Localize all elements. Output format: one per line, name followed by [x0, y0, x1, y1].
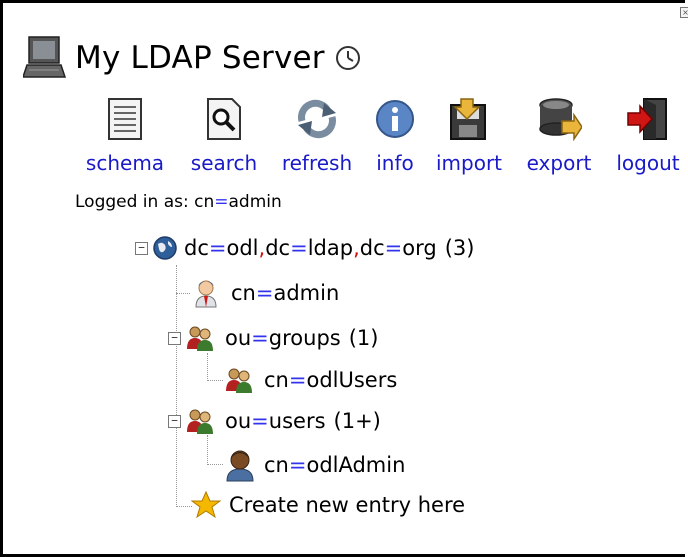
tree-line: [207, 353, 208, 381]
refresh-button[interactable]: refresh: [277, 95, 357, 175]
tree-line: [207, 435, 208, 465]
dn-attr: dc: [265, 236, 291, 260]
tree-node-groups[interactable]: − ou = groups (1): [168, 323, 378, 353]
logged-in-user: admin: [228, 192, 282, 212]
root-dn-part: dc=org: [359, 236, 437, 260]
logout-label: logout: [616, 151, 680, 175]
import-icon: [450, 98, 486, 140]
export-button[interactable]: export: [521, 95, 597, 175]
create-entry-label: Create new entry here: [229, 493, 466, 517]
entry-value: admin: [273, 281, 340, 305]
root-dn-part: dc=ldap: [265, 236, 354, 260]
child-count: (1): [348, 326, 379, 350]
server-title: My LDAP Server: [75, 40, 325, 76]
collapse-icon[interactable]: −: [168, 414, 181, 428]
logout-icon: [627, 98, 667, 140]
tree-node-odladmin[interactable]: cn = odlAdmin: [224, 448, 405, 482]
close-icon[interactable]: ×: [680, 7, 688, 18]
entry-value: odlUsers: [306, 368, 398, 392]
logged-in-status: Logged in as: cn=admin: [75, 192, 282, 212]
refresh-icon: [298, 99, 336, 139]
logged-in-attr: cn: [194, 192, 215, 212]
info-label: info: [376, 151, 414, 175]
export-label: export: [526, 151, 592, 175]
search-icon: [207, 98, 241, 140]
tree-node-admin[interactable]: cn = admin: [191, 277, 339, 309]
server-header: My LDAP Server: [23, 33, 361, 83]
info-button[interactable]: info: [369, 95, 421, 175]
child-count: (1+): [333, 409, 381, 433]
entry-attr: ou: [225, 409, 252, 433]
toolbar: schema search refresh info import export…: [81, 95, 686, 185]
dn-value: ldap: [307, 236, 354, 260]
tree-line: [176, 265, 177, 507]
logout-button[interactable]: logout: [611, 95, 685, 175]
tree-line: [176, 506, 192, 507]
group-icon: [226, 368, 252, 393]
search-label: search: [190, 151, 258, 175]
refresh-label: refresh: [281, 151, 353, 175]
entry-value: odlAdmin: [306, 453, 406, 477]
child-count: (3): [444, 236, 475, 260]
import-button[interactable]: import: [431, 95, 507, 175]
entry-value: users: [268, 409, 326, 433]
schema-icon: [108, 98, 142, 140]
tree-line: [207, 380, 223, 381]
dn-value: odl: [226, 236, 259, 260]
import-label: import: [435, 151, 503, 175]
search-button[interactable]: search: [184, 95, 264, 175]
computer-icon: [23, 36, 67, 78]
group-icon: [187, 409, 213, 434]
entry-value: groups: [268, 326, 341, 350]
tree-line: [176, 293, 190, 294]
export-icon: [539, 98, 582, 141]
schema-label: schema: [85, 151, 165, 175]
clock-icon[interactable]: [335, 45, 361, 71]
dn-value: org: [402, 236, 437, 260]
collapse-icon[interactable]: −: [135, 241, 148, 255]
group-icon: [187, 326, 213, 351]
entry-attr: cn: [264, 453, 289, 477]
schema-button[interactable]: schema: [81, 95, 169, 175]
user-icon: [195, 280, 217, 308]
entry-attr: cn: [231, 281, 256, 305]
info-icon: [376, 100, 414, 138]
star-icon: [191, 490, 221, 519]
tree-node-root[interactable]: − dc=odl, dc=ldap, dc=org (3): [135, 235, 474, 261]
person-icon: [226, 450, 254, 482]
entry-attr: cn: [264, 368, 289, 392]
tree-line: [207, 464, 223, 465]
entry-attr: ou: [225, 326, 252, 350]
globe-icon: [153, 236, 177, 260]
dn-attr: dc: [184, 236, 209, 260]
collapse-icon[interactable]: −: [168, 331, 181, 345]
root-dn-part: dc=odl: [184, 236, 259, 260]
tree-node-odlusers[interactable]: cn = odlUsers: [224, 365, 397, 395]
logged-in-prefix: Logged in as:: [75, 192, 195, 212]
tree-node-users[interactable]: − ou = users (1+): [168, 406, 381, 436]
ldap-panel: × My LDAP Server schema search refresh i…: [0, 0, 688, 557]
create-entry-link[interactable]: Create new entry here: [191, 490, 465, 520]
dn-attr: dc: [359, 236, 385, 260]
